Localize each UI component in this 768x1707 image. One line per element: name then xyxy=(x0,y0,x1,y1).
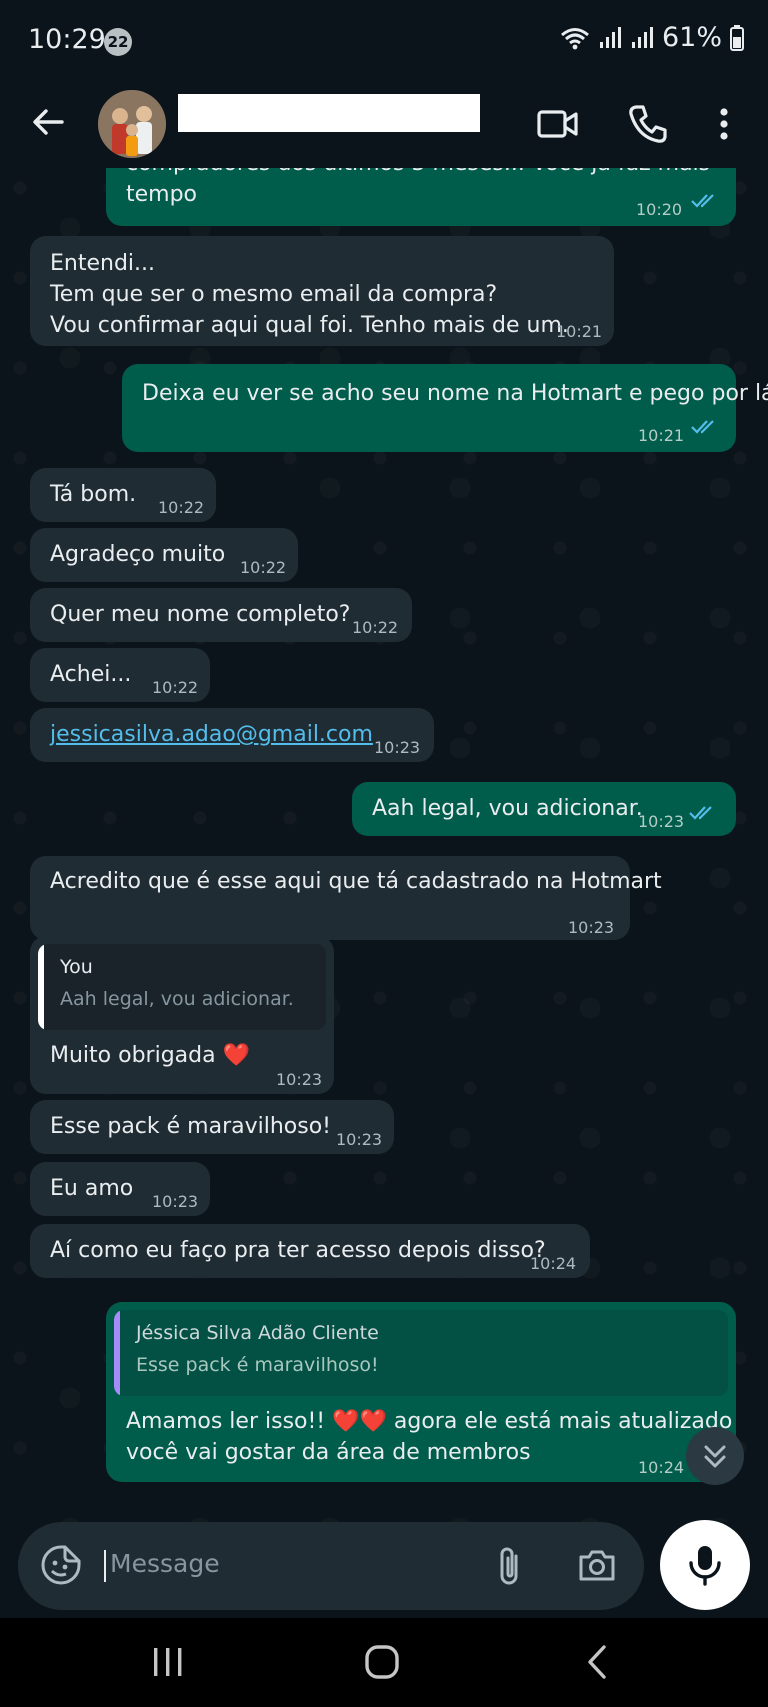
message-input[interactable]: Message xyxy=(110,1549,220,1578)
voice-message-button[interactable] xyxy=(660,1520,750,1610)
quote-bar xyxy=(38,944,44,1030)
recent-apps-icon[interactable] xyxy=(150,1646,186,1678)
read-ticks-icon xyxy=(689,806,712,820)
message-composer[interactable]: Message xyxy=(18,1522,644,1610)
battery-percent: 61% xyxy=(661,22,722,53)
message-text: Aí como eu faço pra ter acesso depois di… xyxy=(50,1238,546,1263)
paperclip-icon[interactable] xyxy=(490,1544,530,1588)
contact-avatar[interactable] xyxy=(98,90,166,158)
message-text: Esse pack é maravilhoso! xyxy=(50,1114,331,1139)
home-icon[interactable] xyxy=(364,1644,400,1680)
email-link[interactable]: jessicasilva.adao@gmail.com xyxy=(50,719,373,750)
message-text: Muito obrigada ❤️ xyxy=(50,1043,250,1068)
contact-name-redacted[interactable] xyxy=(178,94,480,132)
message-text: Eu amo xyxy=(50,1176,134,1201)
message-time: 10:22 xyxy=(352,618,399,637)
notification-count-badge: 22 xyxy=(104,28,132,56)
message-time: 10:22 xyxy=(240,558,287,577)
read-ticks-icon xyxy=(691,194,714,208)
status-time: 10:29 xyxy=(28,24,106,55)
message-bubble-incoming[interactable]: Entendi... Tem que ser o mesmo email da … xyxy=(30,236,614,346)
message-bubble-incoming[interactable]: Aí como eu faço pra ter acesso depois di… xyxy=(30,1224,590,1278)
phone-icon[interactable] xyxy=(624,100,672,148)
scroll-to-bottom-button[interactable] xyxy=(686,1427,744,1485)
quoted-message[interactable]: Jéssica Silva Adão Cliente Esse pack é m… xyxy=(114,1310,728,1396)
message-time: 10:21 xyxy=(556,322,603,341)
message-time: 10:21 xyxy=(638,426,685,445)
more-vertical-icon[interactable] xyxy=(704,100,744,148)
message-bubble-incoming[interactable]: Quer meu nome completo? 10:22 xyxy=(30,588,412,642)
quoted-message[interactable]: You Aah legal, vou adicionar. xyxy=(38,944,326,1030)
message-bubble-incoming[interactable]: Achei... 10:22 xyxy=(30,648,210,702)
quoted-text: Esse pack é maravilhoso! xyxy=(136,1354,379,1376)
video-call-icon[interactable] xyxy=(534,100,582,148)
message-time: 10:24 xyxy=(530,1254,577,1273)
message-bubble-incoming[interactable]: Agradeço muito 10:22 xyxy=(30,528,298,582)
double-chevron-down-icon xyxy=(704,1445,726,1468)
message-text: Tá bom. xyxy=(50,482,137,507)
battery-icon xyxy=(730,24,744,51)
avatar-photo xyxy=(98,90,166,158)
back-nav-icon[interactable] xyxy=(584,1644,612,1680)
message-bubble-outgoing[interactable]: Deixa eu ver se acho seu nome na Hotmart… xyxy=(122,364,768,452)
read-ticks-icon xyxy=(691,420,714,434)
message-bubble-incoming[interactable]: jessicasilva.adao@gmail.com 10:23 xyxy=(30,708,434,762)
signal-icon-sim2 xyxy=(631,26,653,48)
message-text: Quer meu nome completo? xyxy=(50,602,351,627)
message-bubble-incoming[interactable]: Tá bom. 10:22 xyxy=(30,468,216,522)
quote-bar xyxy=(114,1310,120,1396)
chat-area[interactable]: compradores dos últimos 3 meses... Você … xyxy=(0,168,768,1522)
status-bar: 10:29 22 61% xyxy=(0,0,768,82)
back-arrow-icon[interactable] xyxy=(28,102,68,142)
text-cursor xyxy=(104,1550,106,1582)
message-time: 10:22 xyxy=(158,498,205,517)
signal-icon xyxy=(599,26,621,48)
message-time: 10:23 xyxy=(638,812,685,831)
quoted-text: Aah legal, vou adicionar. xyxy=(60,988,294,1010)
message-bubble-outgoing[interactable]: compradores dos últimos 3 meses... Você … xyxy=(106,168,736,226)
message-text: Agradeço muito xyxy=(50,542,226,567)
message-time: 10:23 xyxy=(336,1130,383,1149)
message-text: Deixa eu ver se acho seu nome na Hotmart… xyxy=(142,381,768,406)
message-bubble-incoming[interactable]: Acredito que é esse aqui que tá cadastra… xyxy=(30,856,662,940)
message-time: 10:23 xyxy=(374,738,421,757)
message-time: 10:23 xyxy=(568,918,615,937)
message-time: 10:23 xyxy=(276,1070,323,1089)
message-text: Aah legal, vou adicionar. xyxy=(372,796,643,821)
sticker-icon[interactable] xyxy=(40,1544,82,1586)
chat-header xyxy=(0,82,768,168)
message-bubble-incoming[interactable]: Esse pack é maravilhoso! 10:23 xyxy=(30,1100,394,1154)
message-text: compradores dos últimos 3 meses... Você … xyxy=(126,168,710,207)
message-text: Achei... xyxy=(50,662,132,687)
message-time: 10:20 xyxy=(636,200,683,219)
message-text: Acredito que é esse aqui que tá cadastra… xyxy=(50,869,662,894)
message-time: 10:24 xyxy=(638,1458,685,1477)
message-bubble-incoming[interactable]: Eu amo 10:23 xyxy=(30,1162,210,1216)
status-icons: 61% xyxy=(560,22,744,53)
quoted-author: Jéssica Silva Adão Cliente xyxy=(136,1322,379,1344)
quoted-author: You xyxy=(60,956,93,978)
camera-icon[interactable] xyxy=(576,1544,618,1586)
message-text: Entendi... Tem que ser o mesmo email da … xyxy=(50,251,569,338)
message-bubble-incoming-reply[interactable]: You Aah legal, vou adicionar. Muito obri… xyxy=(30,936,334,1094)
message-time: 10:23 xyxy=(152,1192,199,1211)
message-time: 10:22 xyxy=(152,678,199,697)
system-navigation-bar xyxy=(0,1618,768,1707)
message-bubble-outgoing-reply[interactable]: Jéssica Silva Adão Cliente Esse pack é m… xyxy=(106,1302,736,1482)
message-bubble-outgoing[interactable]: Aah legal, vou adicionar. 10:23 xyxy=(352,782,736,836)
microphone-icon xyxy=(689,1546,721,1586)
wifi-icon xyxy=(561,27,589,49)
